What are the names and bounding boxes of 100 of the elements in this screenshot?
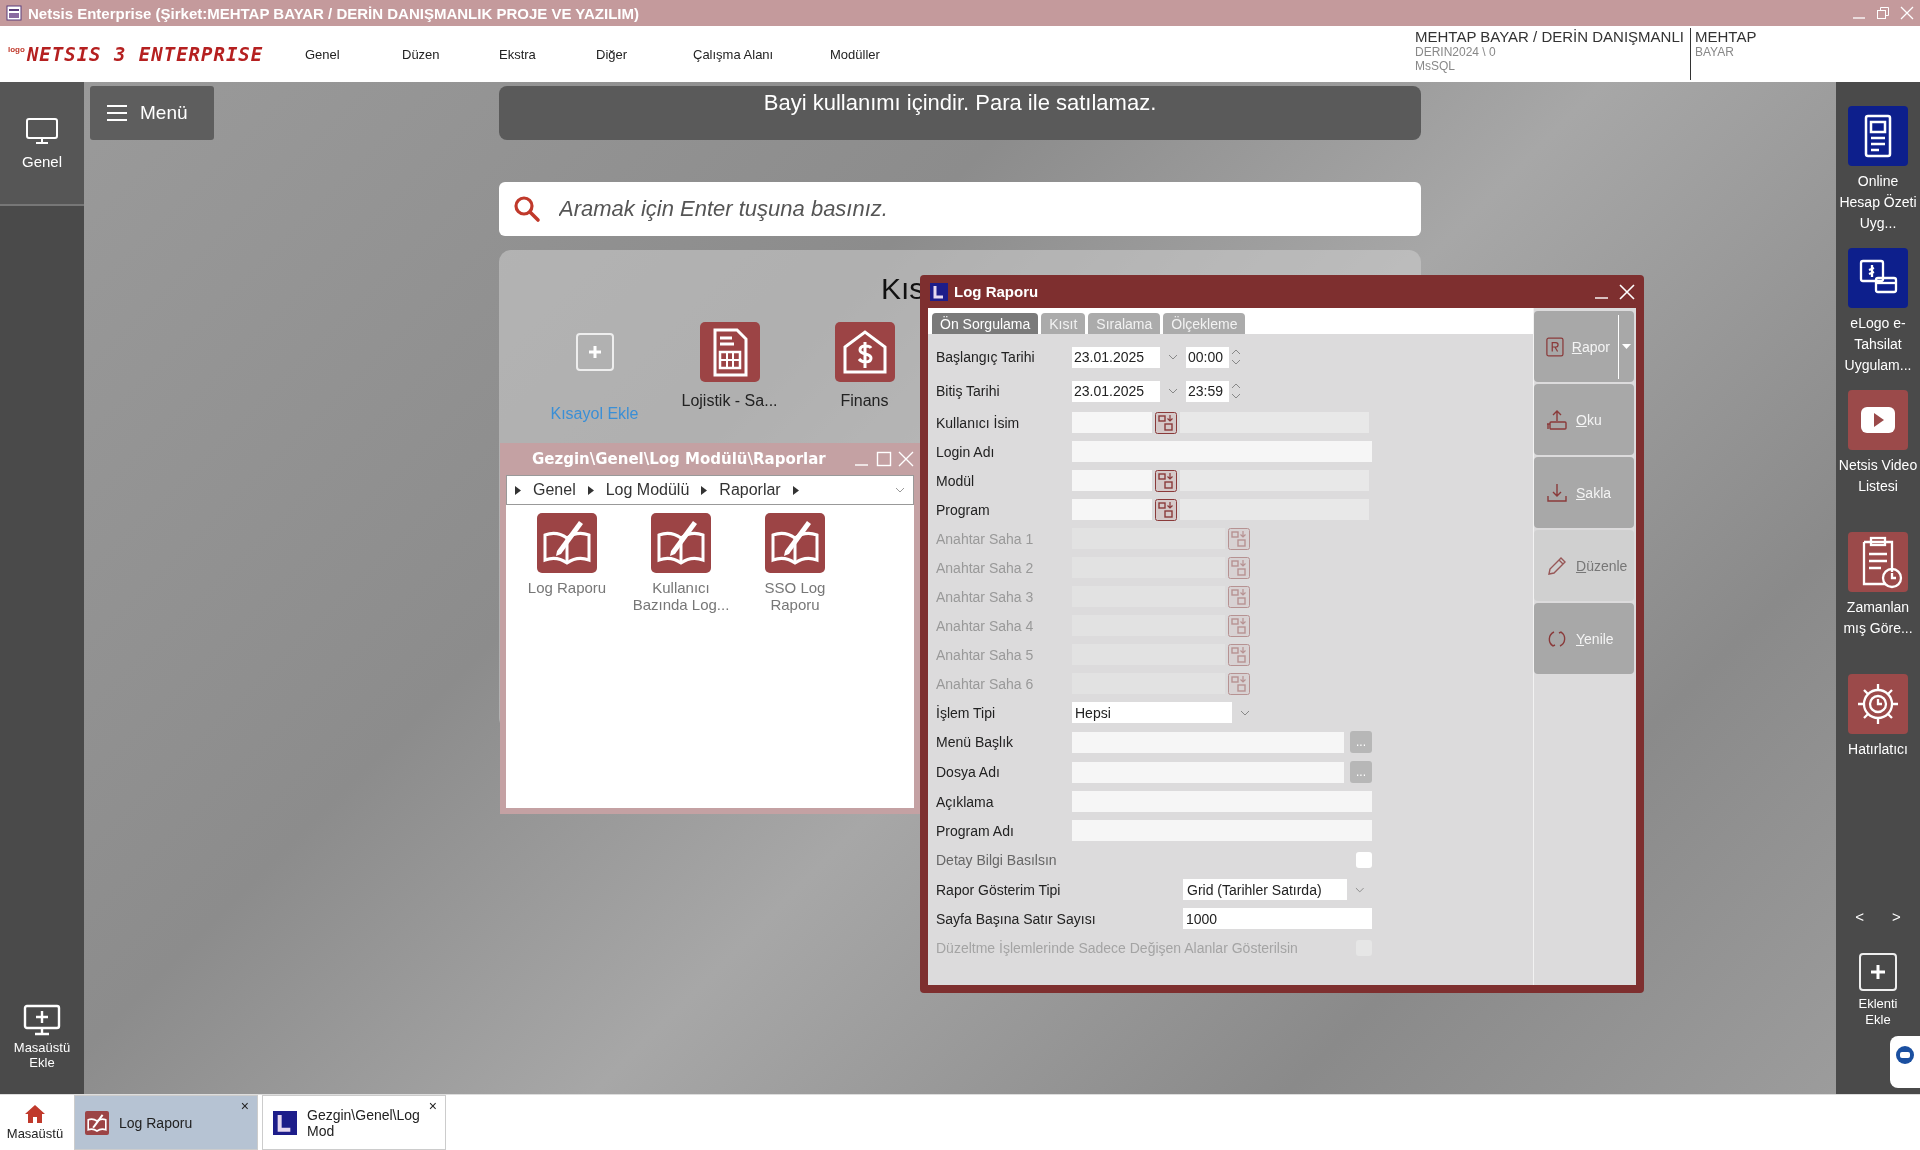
field-label: Modül — [936, 472, 976, 489]
caret-icon — [701, 485, 708, 495]
user-name: MEHTAP — [1695, 28, 1757, 45]
field-label: İşlem Tipi — [936, 704, 997, 721]
shortcut-label[interactable]: Lojistik - Sa... — [681, 392, 778, 410]
taskbar-item[interactable]: Gezgin\Genel\Log Mod × — [262, 1095, 446, 1150]
lookup-icon[interactable] — [1155, 469, 1177, 492]
time-field[interactable]: 23:59 — [1186, 380, 1229, 402]
next-button[interactable]: > — [1892, 908, 1901, 925]
play-icon[interactable] — [1848, 390, 1908, 450]
close-icon[interactable]: × — [240, 1098, 249, 1114]
menu-item[interactable]: Düzen — [375, 46, 472, 62]
restore-icon[interactable] — [1876, 6, 1890, 20]
menu-item[interactable]: Genel — [278, 46, 375, 62]
file-label[interactable]: Log Raporu — [515, 579, 619, 596]
tab[interactable]: Ön Sorgulama — [932, 313, 1039, 334]
chevron-down-icon[interactable] — [1354, 886, 1364, 893]
field-label: Anahtar Saha 6 — [936, 675, 1035, 692]
field-label: Login Adı — [936, 443, 996, 460]
field-label: Bitiş Tarihi — [936, 383, 1001, 399]
field-label: Anahtar Saha 3 — [936, 588, 1035, 605]
chat-icon — [1894, 1044, 1916, 1066]
checkbox-label: Detay Bilgi Basılsın — [936, 852, 1058, 868]
lookup-icon[interactable] — [1155, 498, 1177, 521]
field-label: Sayfa Başına Satır Sayısı — [936, 910, 1097, 927]
caret-icon — [792, 485, 799, 495]
gear-icon[interactable] — [1848, 674, 1908, 734]
date-field[interactable]: 23.01.2025 — [1072, 380, 1160, 402]
menu-item[interactable]: Modüller — [803, 46, 900, 62]
app-shortcut-label[interactable]: Hatırlatıcı — [1836, 739, 1920, 803]
caret-icon[interactable] — [1622, 344, 1631, 349]
window-title: Netsis Enterprise (Şirket:MEHTAP BAYAR / DERİN DANIŞMANLIK PROJE VE YAZILIM) — [28, 4, 639, 22]
field-label: Rapor Gösterim Tipi — [936, 881, 1062, 898]
date-field[interactable]: 23.01.2025 — [1072, 346, 1160, 368]
lookup-icon[interactable] — [1155, 411, 1177, 434]
app-icon — [930, 282, 948, 301]
close-icon[interactable]: × — [428, 1098, 437, 1114]
dropdown[interactable]: Hepsi — [1072, 702, 1232, 723]
user-surname: BAYAR — [1695, 45, 1735, 59]
breadcrumb-item[interactable]: Log Modülü — [605, 481, 690, 499]
input-field[interactable] — [1072, 820, 1372, 841]
shortcut-label[interactable]: Finans — [840, 392, 889, 410]
checkbox-label: Düzeltme İşlemlerinde Sadece Değişen Alanlar Gösterilsin — [936, 940, 1299, 956]
invoice-icon[interactable] — [699, 322, 760, 382]
code-field[interactable] — [1072, 470, 1152, 491]
add-desktop-button[interactable]: Masaüstü Ekle — [0, 1004, 84, 1070]
breadcrumb-item[interactable]: Raporlar — [719, 481, 781, 499]
clipboard-clock-icon[interactable] — [1848, 532, 1908, 592]
app-shortcut-label[interactable]: eLogo e-Tahsilat Uygulam... — [1836, 313, 1920, 377]
chat-widget[interactable] — [1890, 1036, 1920, 1088]
notice-banner: Bayi kullanımı içindir. Para ile satılamaz. — [499, 86, 1421, 140]
previous-button[interactable]: < — [1855, 908, 1864, 925]
field-label: Anahtar Saha 2 — [936, 559, 1035, 576]
window-title: Log Raporu — [954, 283, 1039, 300]
spinner-icon[interactable] — [1231, 382, 1241, 400]
menu-button[interactable]: Menü — [90, 86, 214, 140]
input-field[interactable] — [1072, 761, 1344, 783]
input-field[interactable]: 1000 — [1183, 908, 1372, 929]
spinner-icon[interactable] — [1231, 348, 1241, 366]
file-label[interactable]: Kullanıcı Bazında Log... — [629, 579, 733, 613]
app-shortcut-label[interactable]: Zamanlan mış Göre... — [1836, 597, 1920, 661]
plus-icon[interactable] — [1859, 953, 1897, 991]
add-plugin-label[interactable]: Eklenti Ekle — [1848, 996, 1908, 1028]
book-pen-icon[interactable] — [765, 513, 825, 573]
code-field[interactable] — [1072, 412, 1152, 433]
field-label: Anahtar Saha 4 — [936, 617, 1035, 634]
search-icon — [513, 195, 541, 223]
taskbar-item[interactable]: Masaüstü — [0, 1095, 70, 1150]
chevron-down-icon[interactable] — [1168, 388, 1178, 394]
time-field[interactable]: 00:00 — [1186, 346, 1229, 368]
menu-item[interactable]: Çalışma Alanı — [666, 46, 803, 62]
input-field[interactable] — [1072, 791, 1372, 812]
field-label: Açıklama — [936, 793, 995, 810]
home-icon — [24, 1104, 46, 1124]
sidebar-item[interactable]: Genel — [0, 82, 84, 206]
pencil-icon — [1546, 554, 1568, 577]
checkbox[interactable] — [1356, 852, 1372, 868]
taskbar-item[interactable]: Log Raporu × — [74, 1095, 258, 1150]
breadcrumb-item[interactable]: Genel — [533, 481, 576, 499]
document-icon[interactable] — [1848, 106, 1908, 166]
close-icon[interactable] — [1618, 282, 1636, 301]
input-field[interactable] — [1072, 441, 1372, 462]
payment-icon[interactable] — [1848, 248, 1908, 308]
chevron-down-icon[interactable] — [1240, 709, 1250, 716]
book-pen-icon[interactable] — [651, 513, 711, 573]
menu-item[interactable]: Ekstra — [472, 46, 569, 62]
code-field[interactable] — [1072, 499, 1152, 520]
book-pen-icon[interactable] — [537, 513, 597, 573]
chevron-down-icon[interactable] — [895, 487, 905, 493]
app-shortcut-label[interactable]: Netsis Video Listesi — [1836, 455, 1920, 519]
dollar-house-icon[interactable] — [834, 322, 895, 382]
chevron-down-icon[interactable] — [1168, 354, 1178, 360]
caret-icon — [515, 485, 521, 495]
maximize-icon[interactable] — [876, 451, 892, 467]
dropdown[interactable]: Grid (Tarihler Satırda) — [1183, 879, 1347, 900]
file-label[interactable]: SSO Log Raporu — [743, 579, 847, 613]
menu-item[interactable]: Diğer — [569, 46, 666, 62]
input-field[interactable] — [1072, 731, 1344, 753]
field-label: Dosya Adı — [936, 764, 1001, 780]
app-shortcut-label[interactable]: Online Hesap Özeti Uyg... — [1836, 171, 1920, 235]
